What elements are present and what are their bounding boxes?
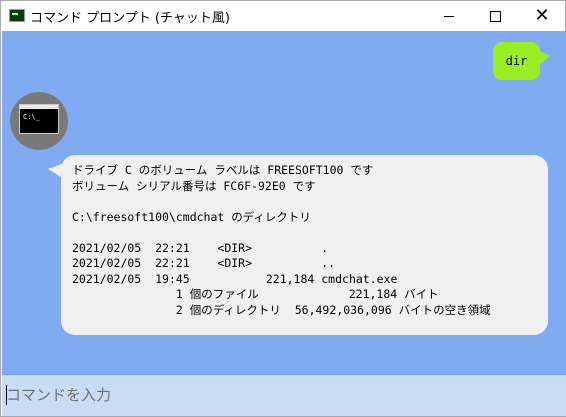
window-title: コマンド プロンプト (チャット風) — [30, 11, 230, 26]
minimize-button[interactable] — [426, 1, 472, 31]
chat-area[interactable]: dir C:\_ ドライブ C のボリューム ラベルは FREESOFT100 … — [2, 31, 566, 374]
bot-avatar: C:\_ — [10, 92, 68, 150]
output-line: 1 個のファイル 221,184 バイト — [72, 287, 439, 301]
bot-message-bubble: ドライブ C のボリューム ラベルは FREESOFT100 です ボリューム … — [48, 155, 548, 335]
close-icon: ✕ — [534, 5, 550, 26]
output-line: ドライブ C のボリューム ラベルは FREESOFT100 です — [72, 163, 374, 177]
terminal-icon: C:\_ — [19, 104, 59, 134]
command-output: ドライブ C のボリューム ラベルは FREESOFT100 です ボリューム … — [72, 163, 491, 318]
command-input[interactable] — [6, 378, 560, 412]
app-icon — [9, 9, 25, 22]
terminal-prompt: C:\_ — [23, 113, 40, 121]
app-window: コマンド プロンプト (チャット風) ✕ dir C:\_ ドライブ C のボリ… — [0, 0, 566, 417]
output-line: ボリューム シリアル番号は FC6F-92E0 です — [72, 178, 316, 193]
close-button[interactable]: ✕ — [519, 1, 565, 31]
user-message-text: dir — [505, 54, 528, 68]
minimize-icon — [444, 15, 454, 17]
output-line: 2 個のディレクトリ 56,492,036,096 バイトの空き領域 — [72, 302, 491, 317]
user-message-bubble: dir — [493, 42, 550, 80]
maximize-icon — [489, 10, 501, 22]
title-bar[interactable]: コマンド プロンプト (チャット風) ✕ — [1, 1, 565, 31]
output-line: 2021/02/05 22:21 <DIR> .. — [72, 256, 336, 270]
output-line: 2021/02/05 22:21 <DIR> . — [72, 240, 329, 255]
output-line: 2021/02/05 19:45 221,184 cmdchat.exe — [72, 271, 398, 286]
maximize-button[interactable] — [472, 1, 518, 31]
output-line: C:\freesoft100\cmdchat のディレクトリ — [72, 209, 311, 224]
command-input-bar — [2, 374, 566, 416]
